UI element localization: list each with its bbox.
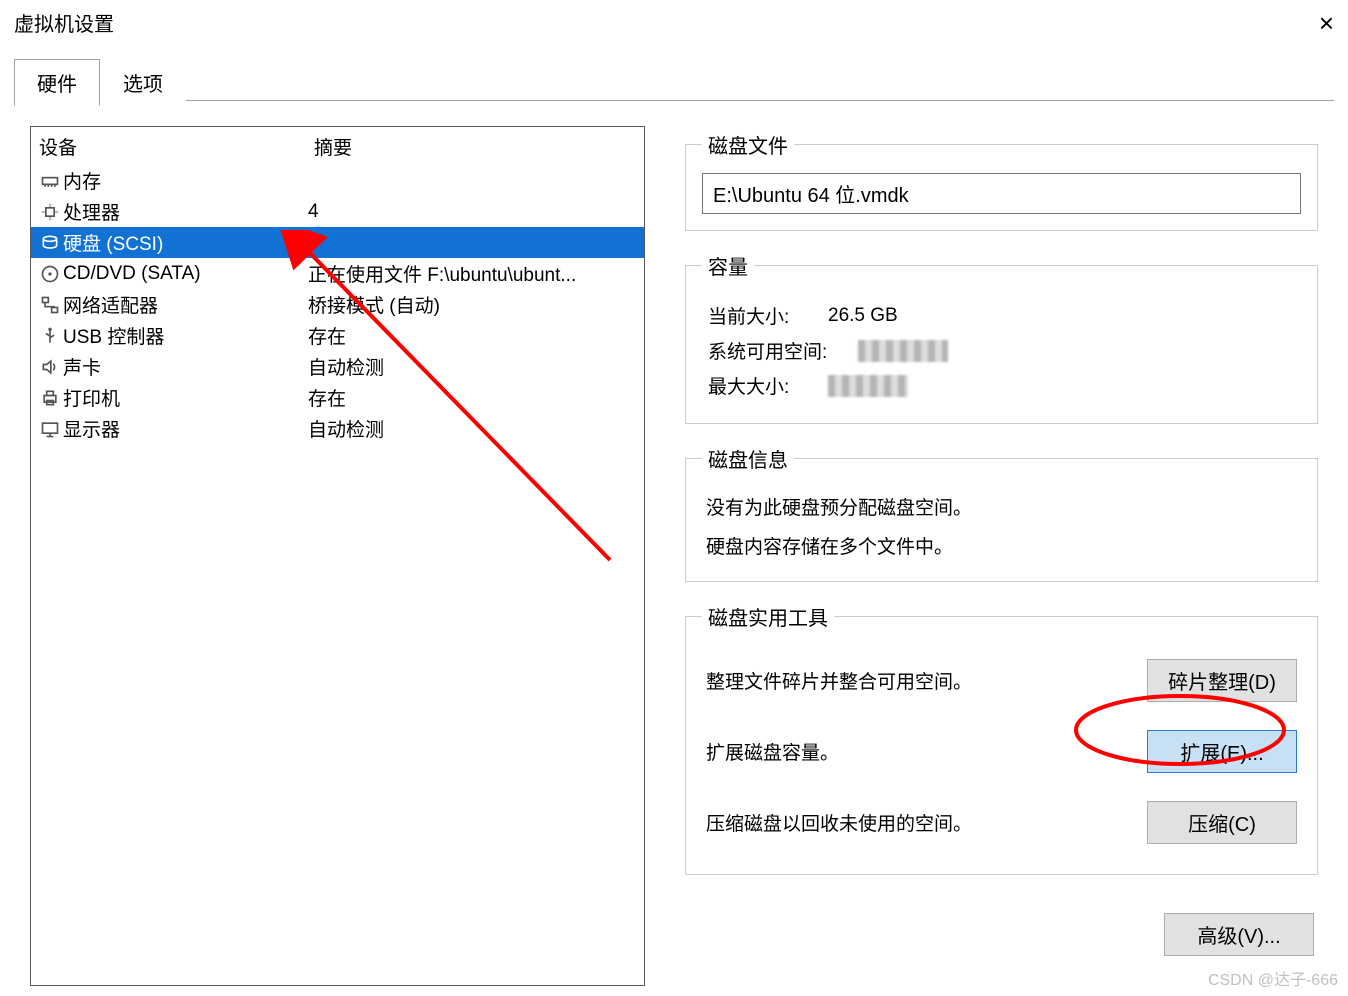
- header-summary: 摘要: [314, 133, 644, 160]
- disk-utilities-group: 磁盘实用工具 整理文件碎片并整合可用空间。 碎片整理(D) 扩展磁盘容量。 扩展…: [685, 602, 1318, 875]
- table-row[interactable]: 处理器 4: [31, 196, 644, 227]
- device-name: CD/DVD (SATA): [63, 263, 308, 285]
- device-summary: 自动检测: [308, 420, 384, 441]
- max-size-label: 最大大小:: [708, 372, 828, 399]
- table-row[interactable]: 硬盘 (SCSI) 3: [31, 227, 644, 258]
- printer-icon: [37, 388, 63, 408]
- device-name: 打印机: [63, 384, 308, 411]
- device-name: 处理器: [63, 198, 308, 225]
- device-summary: 桥接模式 (自动): [308, 296, 440, 317]
- cpu-icon: [37, 202, 63, 222]
- expand-text: 扩展磁盘容量。: [706, 738, 839, 765]
- capacity-legend: 容量: [702, 251, 754, 280]
- header-device: 设备: [39, 133, 314, 160]
- disk-info-line: 硬盘内容存储在多个文件中。: [702, 526, 1301, 565]
- device-name: USB 控制器: [63, 322, 308, 349]
- watermark: CSDN @达子-666: [1208, 966, 1338, 990]
- device-summary: 4: [308, 201, 319, 222]
- table-header: 设备 摘要: [31, 127, 644, 165]
- tab-options[interactable]: 选项: [100, 59, 186, 106]
- device-summary: 正在使用文件 F:\ubuntu\ubunt...: [308, 265, 576, 286]
- disk-file-legend: 磁盘文件: [702, 130, 794, 159]
- usb-icon: [37, 326, 63, 346]
- table-row[interactable]: USB 控制器 存在: [31, 320, 644, 351]
- tab-hardware[interactable]: 硬件: [14, 59, 100, 106]
- table-row[interactable]: 网络适配器 桥接模式 (自动): [31, 289, 644, 320]
- device-summary: 自动检测: [308, 358, 384, 379]
- close-icon[interactable]: ×: [1319, 10, 1334, 36]
- capacity-group: 容量 当前大小: 26.5 GB 系统可用空间: 最大大小:: [685, 251, 1318, 424]
- disk-icon: [37, 233, 63, 253]
- current-size-value: 26.5 GB: [828, 305, 898, 327]
- expand-button[interactable]: 扩展(E)...: [1147, 730, 1297, 773]
- defrag-button[interactable]: 碎片整理(D): [1147, 659, 1297, 702]
- memory-icon: [37, 171, 63, 191]
- table-row[interactable]: 显示器 自动检测: [31, 413, 644, 444]
- device-table: 设备 摘要 内存 处理器 4 硬盘 (SCSI) 3: [30, 126, 645, 986]
- table-row[interactable]: 声卡 自动检测: [31, 351, 644, 382]
- device-name: 内存: [63, 167, 308, 194]
- tab-divider: [14, 100, 1334, 101]
- table-row[interactable]: 打印机 存在: [31, 382, 644, 413]
- disk-file-input[interactable]: E:\Ubuntu 64 位.vmdk: [702, 173, 1301, 214]
- disk-utilities-legend: 磁盘实用工具: [702, 602, 834, 631]
- display-icon: [37, 419, 63, 439]
- sound-icon: [37, 357, 63, 377]
- advanced-button[interactable]: 高级(V)...: [1164, 913, 1314, 956]
- redacted-value: [858, 340, 948, 362]
- device-name: 显示器: [63, 415, 308, 442]
- device-name: 硬盘 (SCSI): [63, 229, 308, 256]
- redacted-value: [828, 375, 908, 397]
- device-name: 声卡: [63, 353, 308, 380]
- disk-file-group: 磁盘文件 E:\Ubuntu 64 位.vmdk: [685, 130, 1318, 231]
- device-summary: 存在: [308, 389, 346, 410]
- compact-button[interactable]: 压缩(C): [1147, 801, 1297, 844]
- table-row[interactable]: CD/DVD (SATA) 正在使用文件 F:\ubuntu\ubunt...: [31, 258, 644, 289]
- disk-info-line: 没有为此硬盘预分配磁盘空间。: [702, 487, 1301, 526]
- disk-info-group: 磁盘信息 没有为此硬盘预分配磁盘空间。 硬盘内容存储在多个文件中。: [685, 444, 1318, 582]
- table-row[interactable]: 内存: [31, 165, 644, 196]
- disk-info-legend: 磁盘信息: [702, 444, 794, 473]
- window-title: 虚拟机设置: [14, 8, 114, 37]
- defrag-text: 整理文件碎片并整合可用空间。: [706, 667, 972, 694]
- device-summary: 存在: [308, 327, 346, 348]
- compact-text: 压缩磁盘以回收未使用的空间。: [706, 809, 972, 836]
- free-space-label: 系统可用空间:: [708, 337, 858, 364]
- cd-icon: [37, 264, 63, 284]
- device-name: 网络适配器: [63, 291, 308, 318]
- network-icon: [37, 295, 63, 315]
- current-size-label: 当前大小:: [708, 302, 828, 329]
